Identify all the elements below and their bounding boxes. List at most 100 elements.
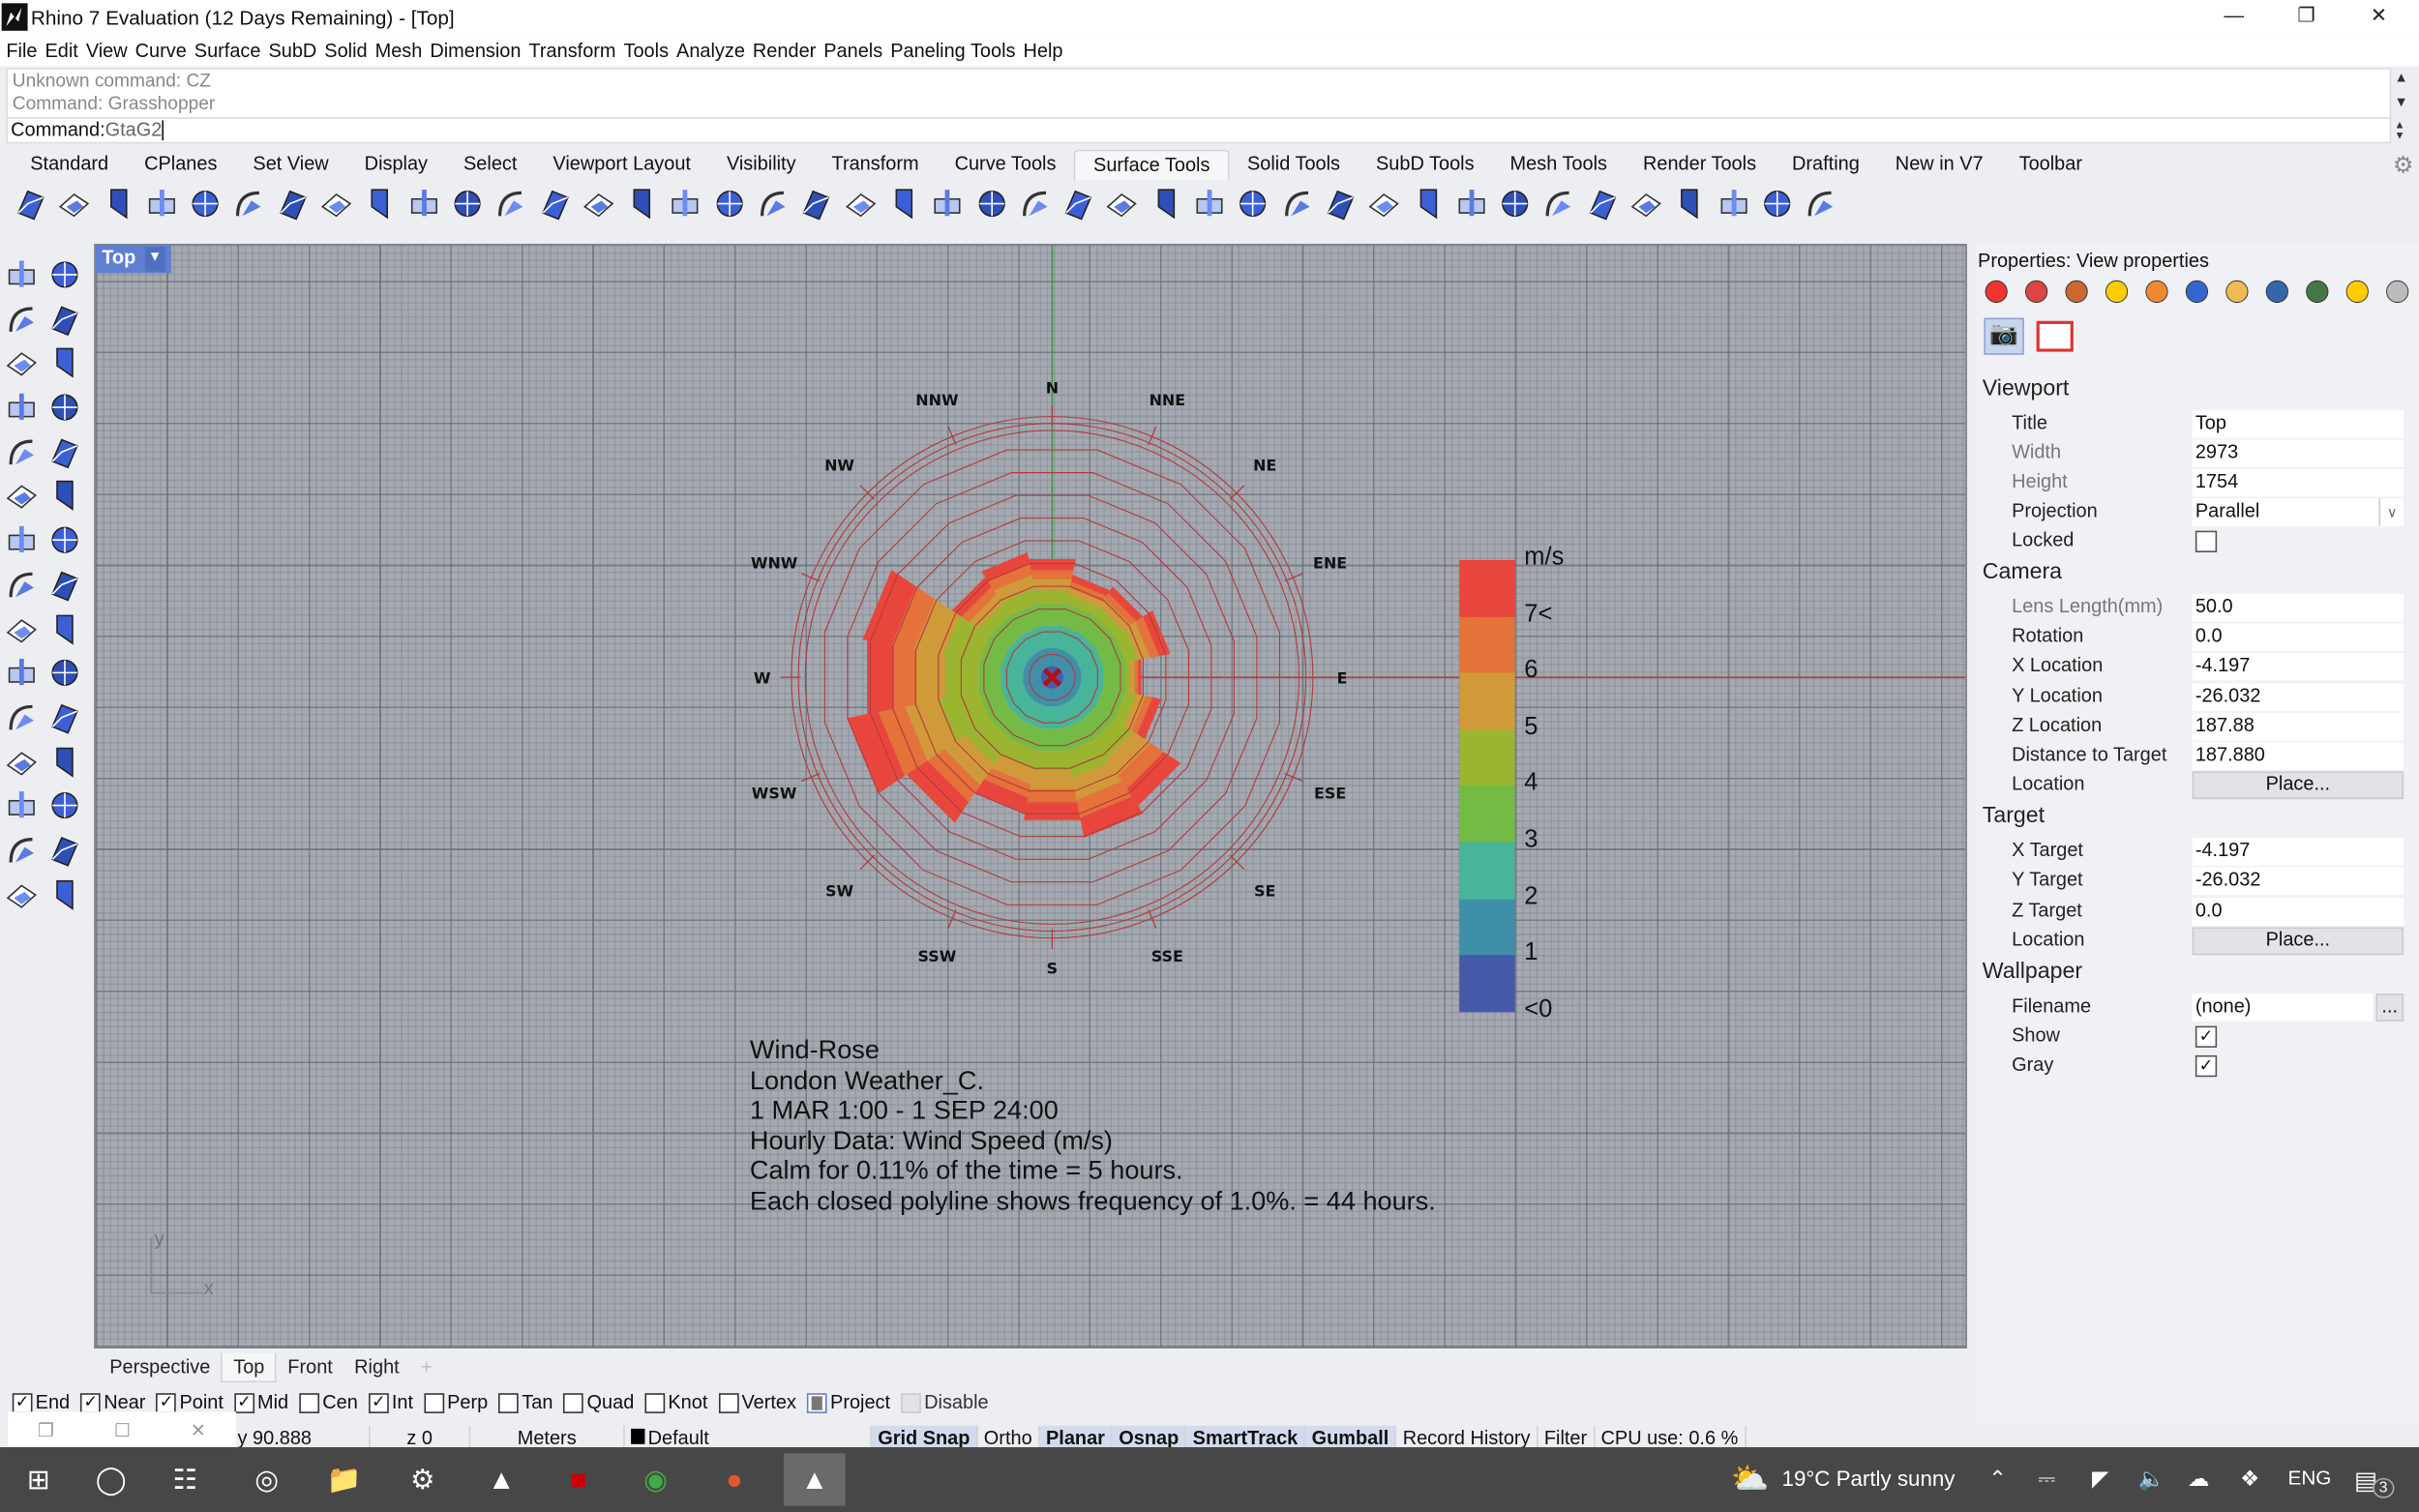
osnap-mid[interactable]: ✓ Mid — [234, 1392, 288, 1413]
add-viewport-tab-icon[interactable]: + — [410, 1353, 443, 1382]
acrobat-icon[interactable]: ■ — [548, 1453, 610, 1505]
checkbox[interactable] — [498, 1392, 520, 1413]
image-icon[interactable] — [3, 875, 40, 912]
tab-transform[interactable]: Transform — [814, 150, 937, 181]
osnap-int[interactable]: ✓ Int — [368, 1392, 413, 1413]
box-icon[interactable] — [1628, 185, 1664, 222]
rotate-icon[interactable] — [1453, 185, 1490, 222]
point-icon[interactable] — [46, 256, 83, 293]
field-camera-lens[interactable]: 50.0 — [2192, 594, 2404, 622]
osnap-quad[interactable]: Quad — [563, 1392, 634, 1413]
checkbox[interactable] — [718, 1392, 739, 1413]
curvature-icon[interactable] — [1365, 185, 1402, 222]
tab-toolbar[interactable]: Toolbar — [2001, 150, 2100, 181]
circle-icon[interactable] — [3, 433, 40, 470]
checkbox[interactable]: ✓ — [368, 1392, 389, 1413]
checkbox[interactable] — [299, 1392, 320, 1413]
boolean-icon[interactable] — [46, 521, 83, 558]
planar-surface-icon[interactable] — [100, 185, 136, 222]
tab-solid-tools[interactable]: Solid Tools — [1230, 150, 1359, 181]
line-icon[interactable] — [46, 301, 83, 338]
weather-text[interactable]: 19°C Partly sunny — [1782, 1466, 1956, 1491]
edit-surface-icon[interactable] — [1016, 185, 1053, 222]
minimize-icon[interactable]: — — [2211, 3, 2257, 31]
projection-select[interactable]: Parallel — [2192, 498, 2404, 526]
surface-from-points-icon[interactable] — [13, 185, 49, 222]
weather-icon[interactable]: ⛅ — [1731, 1460, 1770, 1498]
osnap-perp[interactable]: Perp — [424, 1392, 488, 1413]
osnap-vertex[interactable]: Vertex — [718, 1392, 796, 1413]
menu-transform[interactable]: Transform — [528, 40, 615, 61]
pyramid-icon[interactable] — [46, 698, 83, 735]
chevron-down-icon[interactable]: ∨ — [2378, 498, 2404, 526]
checkbox[interactable] — [807, 1392, 827, 1413]
tab-render-tools[interactable]: Render Tools — [1625, 150, 1774, 181]
tab-visibility[interactable]: Visibility — [708, 150, 814, 181]
checkbox[interactable] — [901, 1392, 921, 1413]
contour-icon[interactable] — [1715, 185, 1751, 222]
field-camera-yloc[interactable]: -26.032 — [2192, 683, 2404, 712]
viewport-tab-front[interactable]: Front — [277, 1353, 343, 1382]
tab-select[interactable]: Select — [446, 150, 535, 181]
field-camera-xloc[interactable]: -4.197 — [2192, 652, 2404, 681]
points-on-icon[interactable] — [1191, 185, 1228, 222]
restore-icon[interactable]: ❐ — [2284, 3, 2330, 31]
curve-icon[interactable] — [1671, 185, 1708, 222]
viewport-top[interactable]: N NNE NE ENE E ESE SE SSE S SSW SW WSW W WNW NW NNW Top… — [94, 243, 1967, 1349]
field-target-z[interactable]: 0.0 — [2192, 898, 2404, 926]
tab-curve-tools[interactable]: Curve Tools — [937, 150, 1074, 181]
checkbox-wallpaper-gray[interactable]: ✓ — [2195, 1054, 2218, 1078]
menu-paneling-tools[interactable]: Paneling Tools — [890, 40, 1015, 61]
tab-viewport-layout[interactable]: Viewport Layout — [535, 150, 709, 181]
revolve-tool-icon[interactable] — [46, 655, 83, 692]
sun-icon[interactable] — [2141, 278, 2173, 306]
field-viewport-height[interactable]: 1754 — [2192, 468, 2404, 497]
revolve-icon[interactable] — [318, 185, 355, 222]
field-target-y[interactable]: -26.032 — [2192, 867, 2404, 896]
select-icon[interactable] — [3, 256, 40, 293]
menu-analyze[interactable]: Analyze — [676, 40, 745, 61]
command-input[interactable]: Command:GtaG2 — [7, 117, 2393, 143]
loft-icon[interactable] — [187, 185, 224, 222]
menu-mesh[interactable]: Mesh — [375, 40, 423, 61]
checkbox[interactable]: ✓ — [80, 1392, 102, 1413]
prompt-spin-icon[interactable]: ▲ ▼ — [2395, 120, 2405, 141]
render-icon[interactable] — [2302, 278, 2334, 306]
color-wheel-icon[interactable] — [1981, 278, 2013, 306]
field-camera-zloc[interactable]: 187.88 — [2192, 712, 2404, 741]
camera-icon[interactable]: 📷 — [1984, 317, 2024, 355]
tab-set-view[interactable]: Set View — [235, 150, 346, 181]
tab-subd-tools[interactable]: SubD Tools — [1359, 150, 1493, 181]
arch-icon[interactable] — [3, 787, 40, 824]
mesh-tool-icon[interactable] — [46, 566, 83, 603]
cone-icon[interactable] — [3, 698, 40, 735]
scroll-down-icon[interactable]: ▼ — [2395, 94, 2408, 109]
checkbox[interactable]: ✓ — [12, 1392, 33, 1413]
material-icon[interactable] — [2181, 278, 2213, 306]
match-surface-icon[interactable] — [711, 185, 748, 222]
tab-surface-tools[interactable]: Surface Tools — [1073, 149, 1230, 181]
bell-icon[interactable] — [2342, 278, 2374, 306]
trim-icon[interactable] — [1148, 185, 1184, 222]
chrome-icon[interactable]: ◉ — [625, 1453, 687, 1505]
tab-drafting[interactable]: Drafting — [1775, 150, 1878, 181]
unroll-icon[interactable] — [798, 185, 835, 222]
sculpt-icon[interactable] — [885, 185, 922, 222]
folder-icon[interactable] — [2222, 278, 2254, 306]
field-viewport-title[interactable]: Top — [2192, 410, 2404, 438]
settings-icon[interactable]: ⚙ — [392, 1453, 454, 1505]
plane-icon[interactable] — [1322, 185, 1359, 222]
osnap-end[interactable]: ✓ End — [12, 1392, 70, 1413]
osnap-knot[interactable]: Knot — [644, 1392, 707, 1413]
cylinder-icon[interactable] — [1278, 185, 1315, 222]
viewport-tab-top[interactable]: Top — [221, 1352, 278, 1383]
zebra-icon[interactable] — [1584, 185, 1621, 222]
osnap-disable[interactable]: Disable — [901, 1392, 989, 1413]
field-camera-rotation[interactable]: 0.0 — [2192, 623, 2404, 652]
menu-edit[interactable]: Edit — [45, 40, 77, 61]
cloud-upload-icon[interactable]: ☁ — [2188, 1466, 2209, 1492]
pen-icon[interactable] — [2061, 278, 2093, 306]
panel-icon[interactable] — [3, 521, 40, 558]
arc-icon[interactable] — [3, 478, 40, 515]
checkbox-viewport-locked[interactable] — [2195, 530, 2218, 552]
